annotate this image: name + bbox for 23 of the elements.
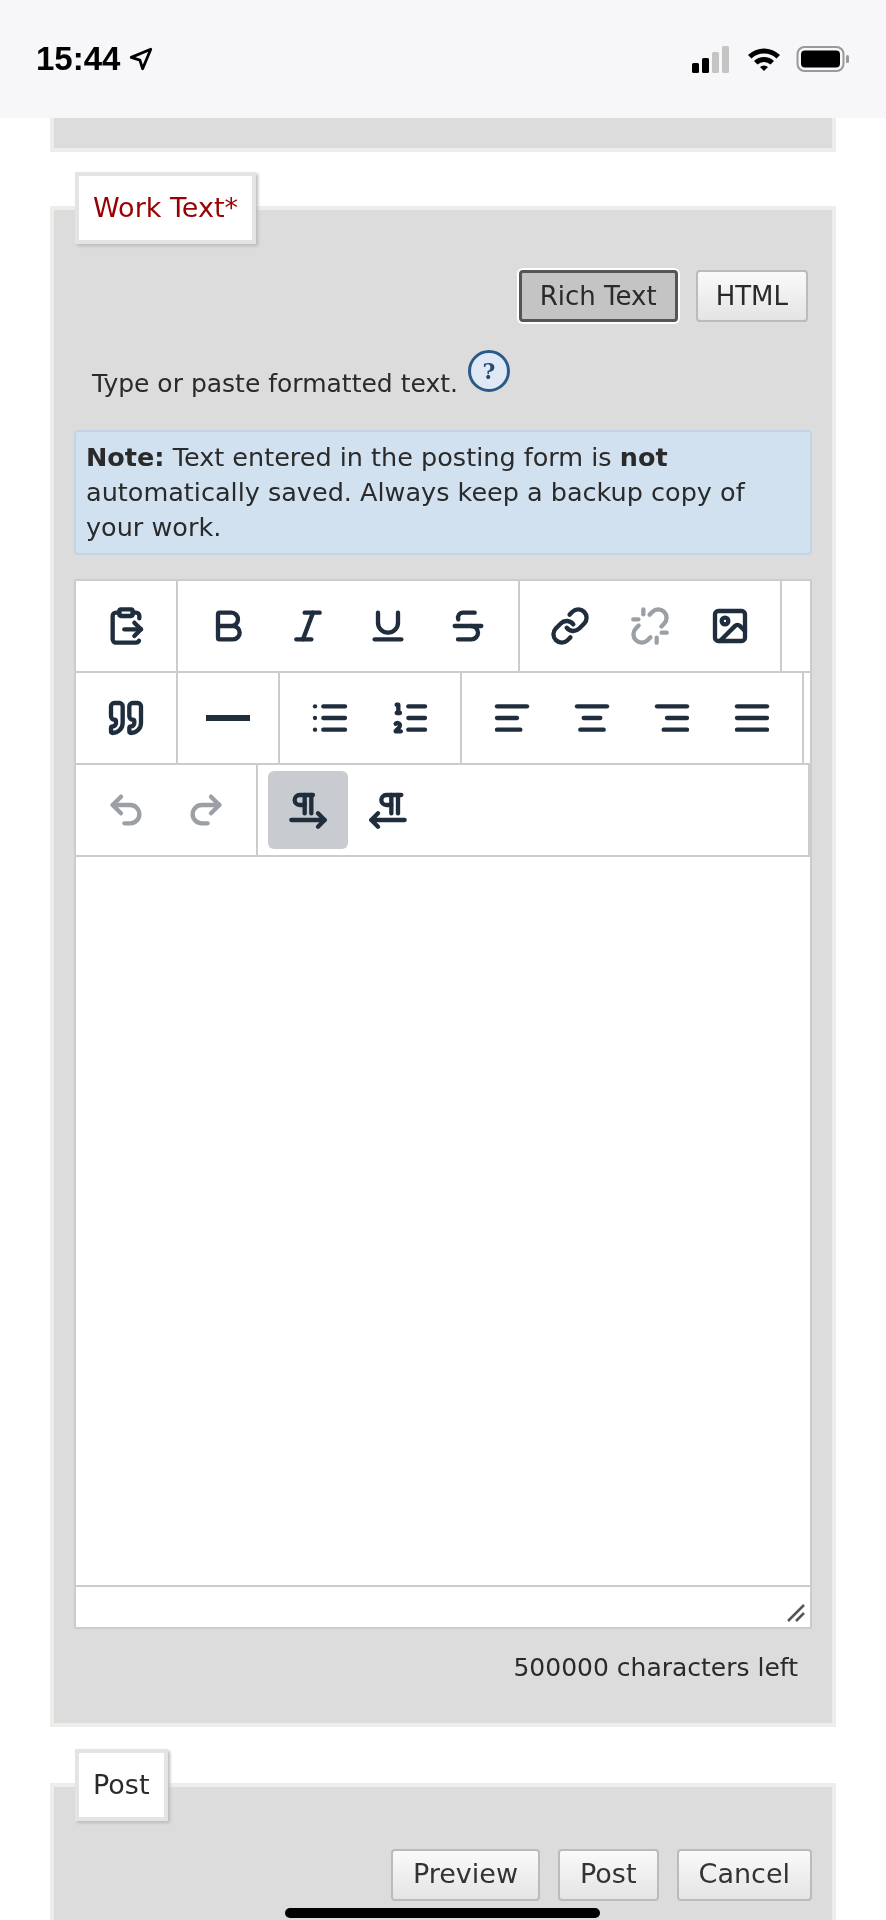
mode-tab[interactable]: Rich Text [518,270,678,322]
note-text: Note: Text entered in the posting form is not automatically saved. Always keep a backup copy of your work. [86,442,745,542]
character-counter: 500000 characters left [513,1652,798,1684]
clock-time: 15:44 [36,39,121,80]
help-button[interactable]: ? [467,350,510,392]
left-to-right-icon [288,790,328,830]
hint-text: Type or paste formatted text. [92,367,458,400]
signal-icon [692,45,732,73]
legend-label: Work Text* [75,172,257,244]
form-button[interactable]: Post [558,1848,659,1901]
legend-label: Post [75,1748,168,1821]
mode-tab[interactable]: HTML [695,270,808,322]
unlink-icon [630,606,670,646]
left-to-right-tool[interactable] [268,771,348,849]
text-editor-field[interactable] [74,857,812,1629]
form-button[interactable]: Preview [390,1848,541,1901]
location-arrow-icon [128,46,155,72]
image-icon [710,606,750,646]
battery-icon [796,45,850,73]
link-icon [550,606,590,646]
quote-icon [106,698,146,738]
form-button[interactable]: Cancel [676,1848,812,1901]
right-to-left-icon [368,790,408,830]
